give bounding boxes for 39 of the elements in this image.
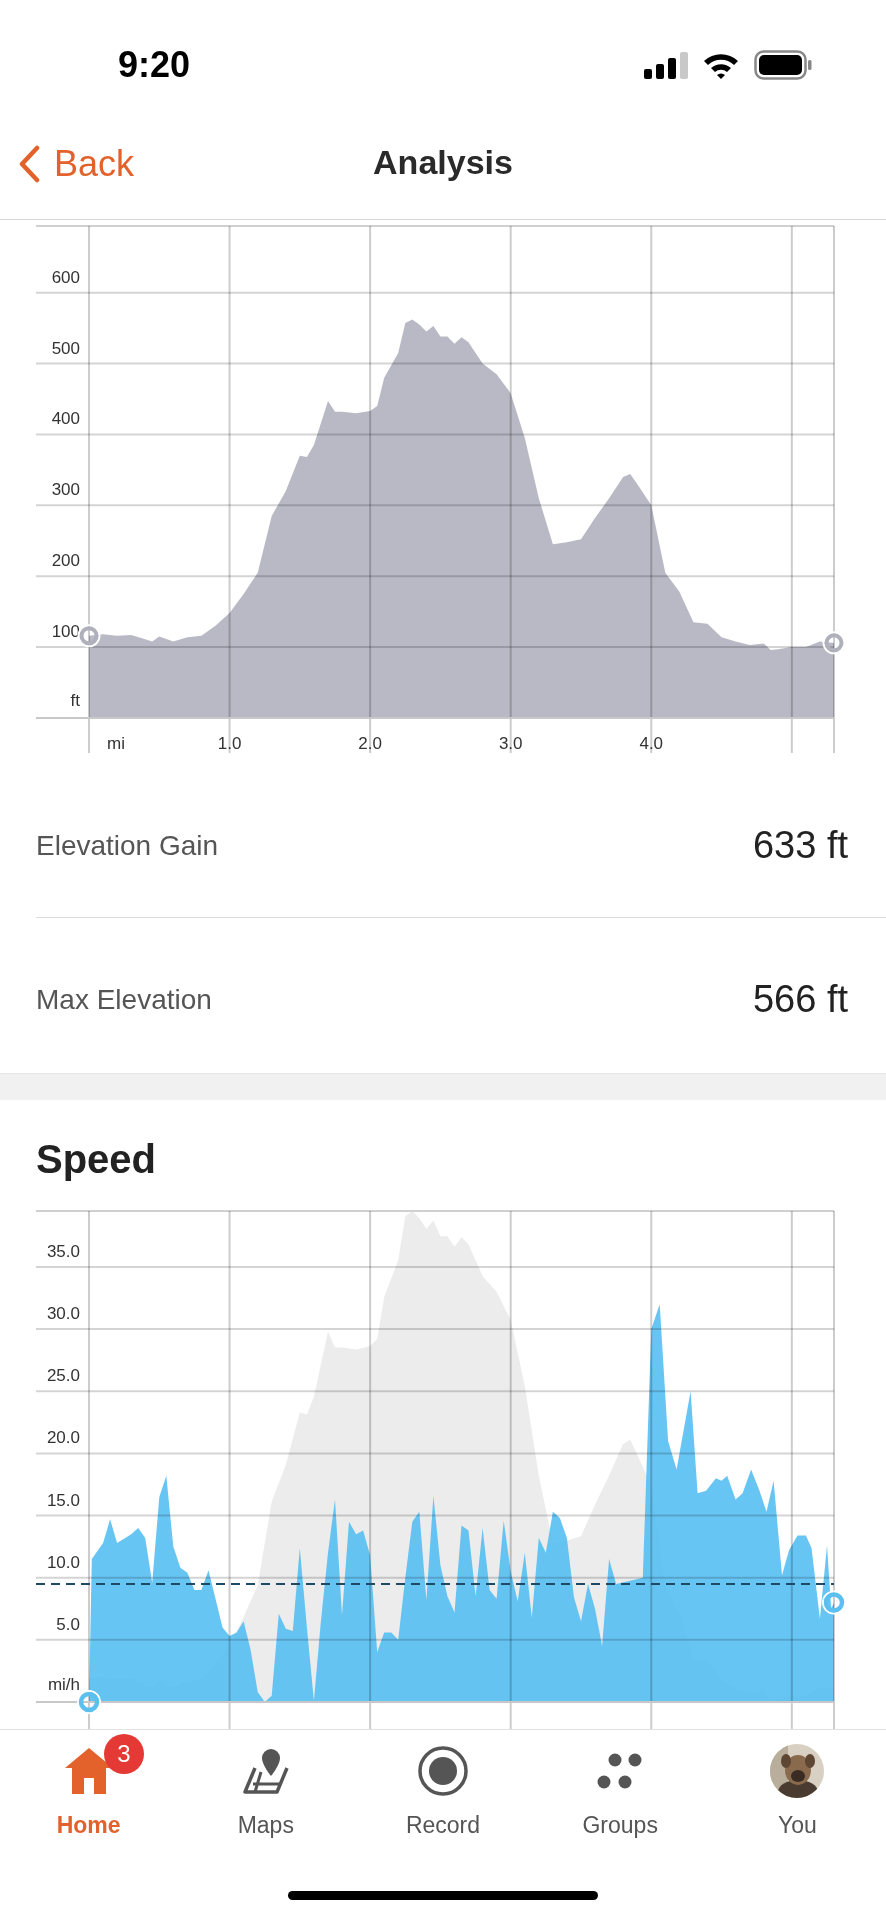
axis-label: 2.0 [358, 734, 382, 753]
tab-item[interactable]: Groups [582, 1742, 658, 1843]
battery-icon [754, 49, 812, 80]
axis-label: 10.0 [46, 1552, 80, 1572]
axis-unit-label: ft [70, 691, 80, 710]
axis-label: 600 [51, 267, 80, 287]
stat-label: Max Elevation [36, 982, 212, 1017]
axis-label: 500 [51, 338, 80, 358]
axis-unit-label: mi/h [47, 1675, 80, 1694]
chevron-left-icon [18, 145, 40, 183]
axis-unit-label: mi [107, 734, 125, 753]
axis-label: 20.0 [46, 1428, 80, 1448]
axis-label: 200 [51, 551, 80, 571]
tab-item[interactable]: Record [405, 1742, 481, 1843]
section-title: Speed [36, 1135, 157, 1183]
axis-label: 1.0 [217, 734, 242, 753]
tab-item[interactable]: You [770, 1742, 825, 1843]
status-time: 9:20 [118, 42, 191, 87]
stat-value: 633 ft [752, 823, 848, 868]
axis-label: 100 [51, 622, 80, 642]
signal-icon [644, 50, 688, 79]
axis-label: 4.0 [639, 734, 664, 753]
page-title: Analysis [373, 141, 513, 183]
dots-icon [597, 1751, 644, 1791]
axis-label: 5.0 [56, 1614, 80, 1634]
axis-label: 30.0 [46, 1304, 80, 1324]
stat-value: 566 ft [752, 977, 848, 1022]
axis-label: 25.0 [46, 1366, 80, 1386]
axis-label: 300 [51, 480, 80, 500]
record-icon [417, 1745, 469, 1797]
tab-item[interactable]: Maps [237, 1742, 294, 1843]
range-handle[interactable] [77, 1690, 101, 1714]
stat-label: Elevation Gain [36, 828, 219, 863]
notification-badge: 3 [104, 1734, 144, 1774]
axis-label: 15.0 [46, 1490, 80, 1510]
axis-label: 3.0 [498, 734, 523, 753]
axis-label: 35.0 [46, 1241, 80, 1261]
axis-label: 400 [51, 409, 80, 429]
map-pin-icon [240, 1746, 291, 1796]
